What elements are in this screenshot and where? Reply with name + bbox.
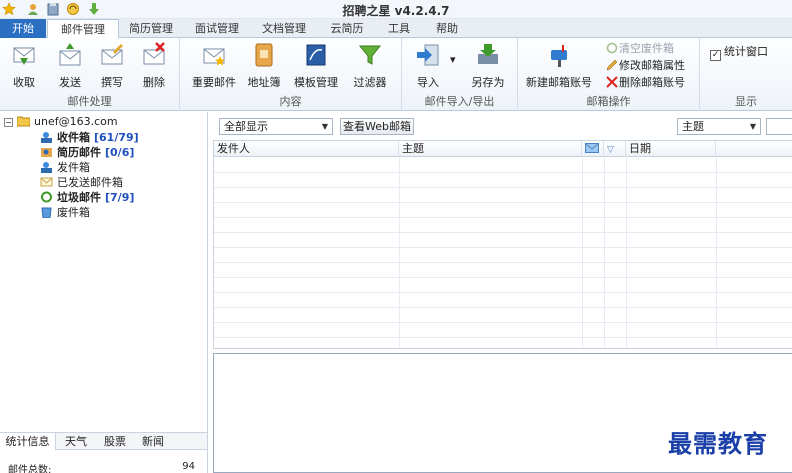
address-book-icon [255,43,273,67]
column-date[interactable]: 日期 [626,141,716,157]
collapse-toggle-icon[interactable]: − [4,118,13,127]
junk-icon [41,191,52,203]
inbox-icon [41,132,52,143]
group-display: ✓ 统计窗口 显示 [700,38,792,111]
column-extra[interactable] [716,141,792,157]
resume-mail-icon [41,148,52,157]
folder-trash[interactable]: 废件箱 [40,205,90,220]
import-icon [417,44,439,66]
tab-help[interactable]: 帮助 [428,19,466,38]
tab-stocks[interactable]: 股票 [98,433,132,450]
folder-pane: − unef@163.com 收件箱 [61/79] 简历邮件 [0/6] 发件箱 已… [0,112,208,473]
view-web-mailbox-button[interactable]: 查看Web邮箱 [340,118,414,135]
group-import-export: 导入 ▾ 另存为 邮件导入/导出 [402,38,518,111]
group-label: 邮箱操作 [586,95,631,108]
group-label: 内容 [279,95,302,108]
mailbox-icon [551,45,567,67]
tab-news[interactable]: 新闻 [136,433,170,450]
folder-junk[interactable]: 垃圾邮件 [7/9] [40,190,134,205]
recycle-icon [606,42,618,54]
send-mail-icon [59,43,81,66]
save-as-icon [478,44,498,64]
group-label: 邮件处理 [67,95,112,108]
chevron-down-icon: ▼ [749,122,756,131]
outbox-icon [41,162,52,173]
folder-sent[interactable]: 已发送邮件箱 [40,175,123,190]
group-mailbox-ops: 新建邮箱账号 清空废件箱 修改邮箱属性 删除邮箱账号 邮箱操作 [518,38,700,111]
column-sender[interactable]: 发件人 [214,141,399,157]
search-field-select[interactable]: 主题 ▼ [677,118,761,135]
receive-button[interactable]: 收取 [6,42,42,90]
import-button[interactable]: 导入 [410,42,446,90]
stats-value: 94 [182,461,195,472]
group-content: 重要邮件 地址簿 模板管理 过滤器 内容 [180,38,402,111]
folder-icon [17,116,30,127]
tab-interview-management[interactable]: 面试管理 [188,19,246,38]
app-title: 招聘之星 v4.2.4.7 [342,4,450,18]
empty-trash-button[interactable]: 清空废件箱 [606,41,674,57]
edit-mailbox-props-button[interactable]: 修改邮箱属性 [606,58,685,74]
folder-outbox[interactable]: 发件箱 [40,160,90,175]
important-mail-icon [203,48,225,66]
address-book-button[interactable]: 地址簿 [244,42,284,90]
filter-funnel-icon [358,45,382,65]
new-account-button[interactable]: 新建邮箱账号 [526,42,592,90]
sort-down-icon: ▽ [607,145,614,155]
red-x-icon [606,76,618,88]
envelope-icon [585,143,599,153]
start-tab[interactable]: 开始 [0,19,46,38]
important-mail-button[interactable]: 重要邮件 [190,42,238,90]
pencil-icon [606,59,618,71]
template-icon [306,44,326,66]
tab-document-management[interactable]: 文档管理 [255,19,313,38]
folder-resume-mail[interactable]: 简历邮件 [0/6] [40,145,134,160]
import-dropdown-arrow[interactable]: ▾ [450,52,456,68]
group-label: 邮件导入/导出 [424,95,495,108]
stats-label: 邮件总数: [8,465,52,473]
save-as-button[interactable]: 另存为 [466,42,510,90]
checkbox-checked[interactable]: ✓ [710,50,721,61]
tab-resume-management[interactable]: 简历管理 [122,19,180,38]
view-filter-select[interactable]: 全部显示 ▼ [219,118,333,135]
folder-inbox[interactable]: 收件箱 [61/79] [40,130,139,145]
delete-mail-icon [143,42,165,65]
tab-tools[interactable]: 工具 [382,19,416,38]
sent-mail-icon [40,177,53,187]
left-tabs: 统计信息 天气 股票 新闻 [0,432,207,450]
group-label: 显示 [735,95,757,108]
title-bar: 招聘之星 v4.2.4.7 [0,0,792,19]
tab-cloud-resume[interactable]: 云简历 [322,19,372,38]
column-flag[interactable]: ▽ [604,141,626,157]
delete-account-button[interactable]: 删除邮箱账号 [606,75,685,91]
watermark-text: 最需教育 [668,429,768,458]
mail-list: 发件人 主题 ▽ 日期 [213,140,792,349]
stats-mail-total: 邮件总数: 94 [0,461,207,473]
list-toolbar: 全部显示 ▼ 查看Web邮箱 主题 ▼ [208,112,792,140]
tab-weather[interactable]: 天气 [60,433,92,450]
tab-statistics[interactable]: 统计信息 [0,433,56,450]
tab-mail-management[interactable]: 邮件管理 [47,19,119,39]
receive-mail-icon [13,47,35,65]
group-mail-process: 收取 发送 撰写 删除 邮件处理 [0,38,180,111]
stats-window-checkbox[interactable]: ✓ 统计窗口 [710,44,768,61]
delete-button[interactable]: 删除 [136,42,172,90]
menu-bar: 开始 邮件管理 简历管理 面试管理 文档管理 云简历 工具 帮助 [0,19,792,39]
chevron-down-icon: ▼ [321,122,328,131]
column-subject[interactable]: 主题 [399,141,582,157]
search-input[interactable] [766,118,792,135]
trash-icon [41,207,52,218]
compose-button[interactable]: 撰写 [94,42,130,90]
ribbon: 收取 发送 撰写 删除 邮件处理 重要邮件 地址簿 模板管理 过滤器 内容 导入… [0,38,792,111]
mail-list-header: 发件人 主题 ▽ 日期 [214,141,792,157]
send-button[interactable]: 发送 [52,42,88,90]
account-node[interactable]: − unef@163.com [4,114,118,129]
column-mail-type[interactable] [582,141,604,157]
compose-icon [101,44,123,65]
templates-button[interactable]: 模板管理 [290,42,342,90]
filter-button[interactable]: 过滤器 [350,42,390,90]
